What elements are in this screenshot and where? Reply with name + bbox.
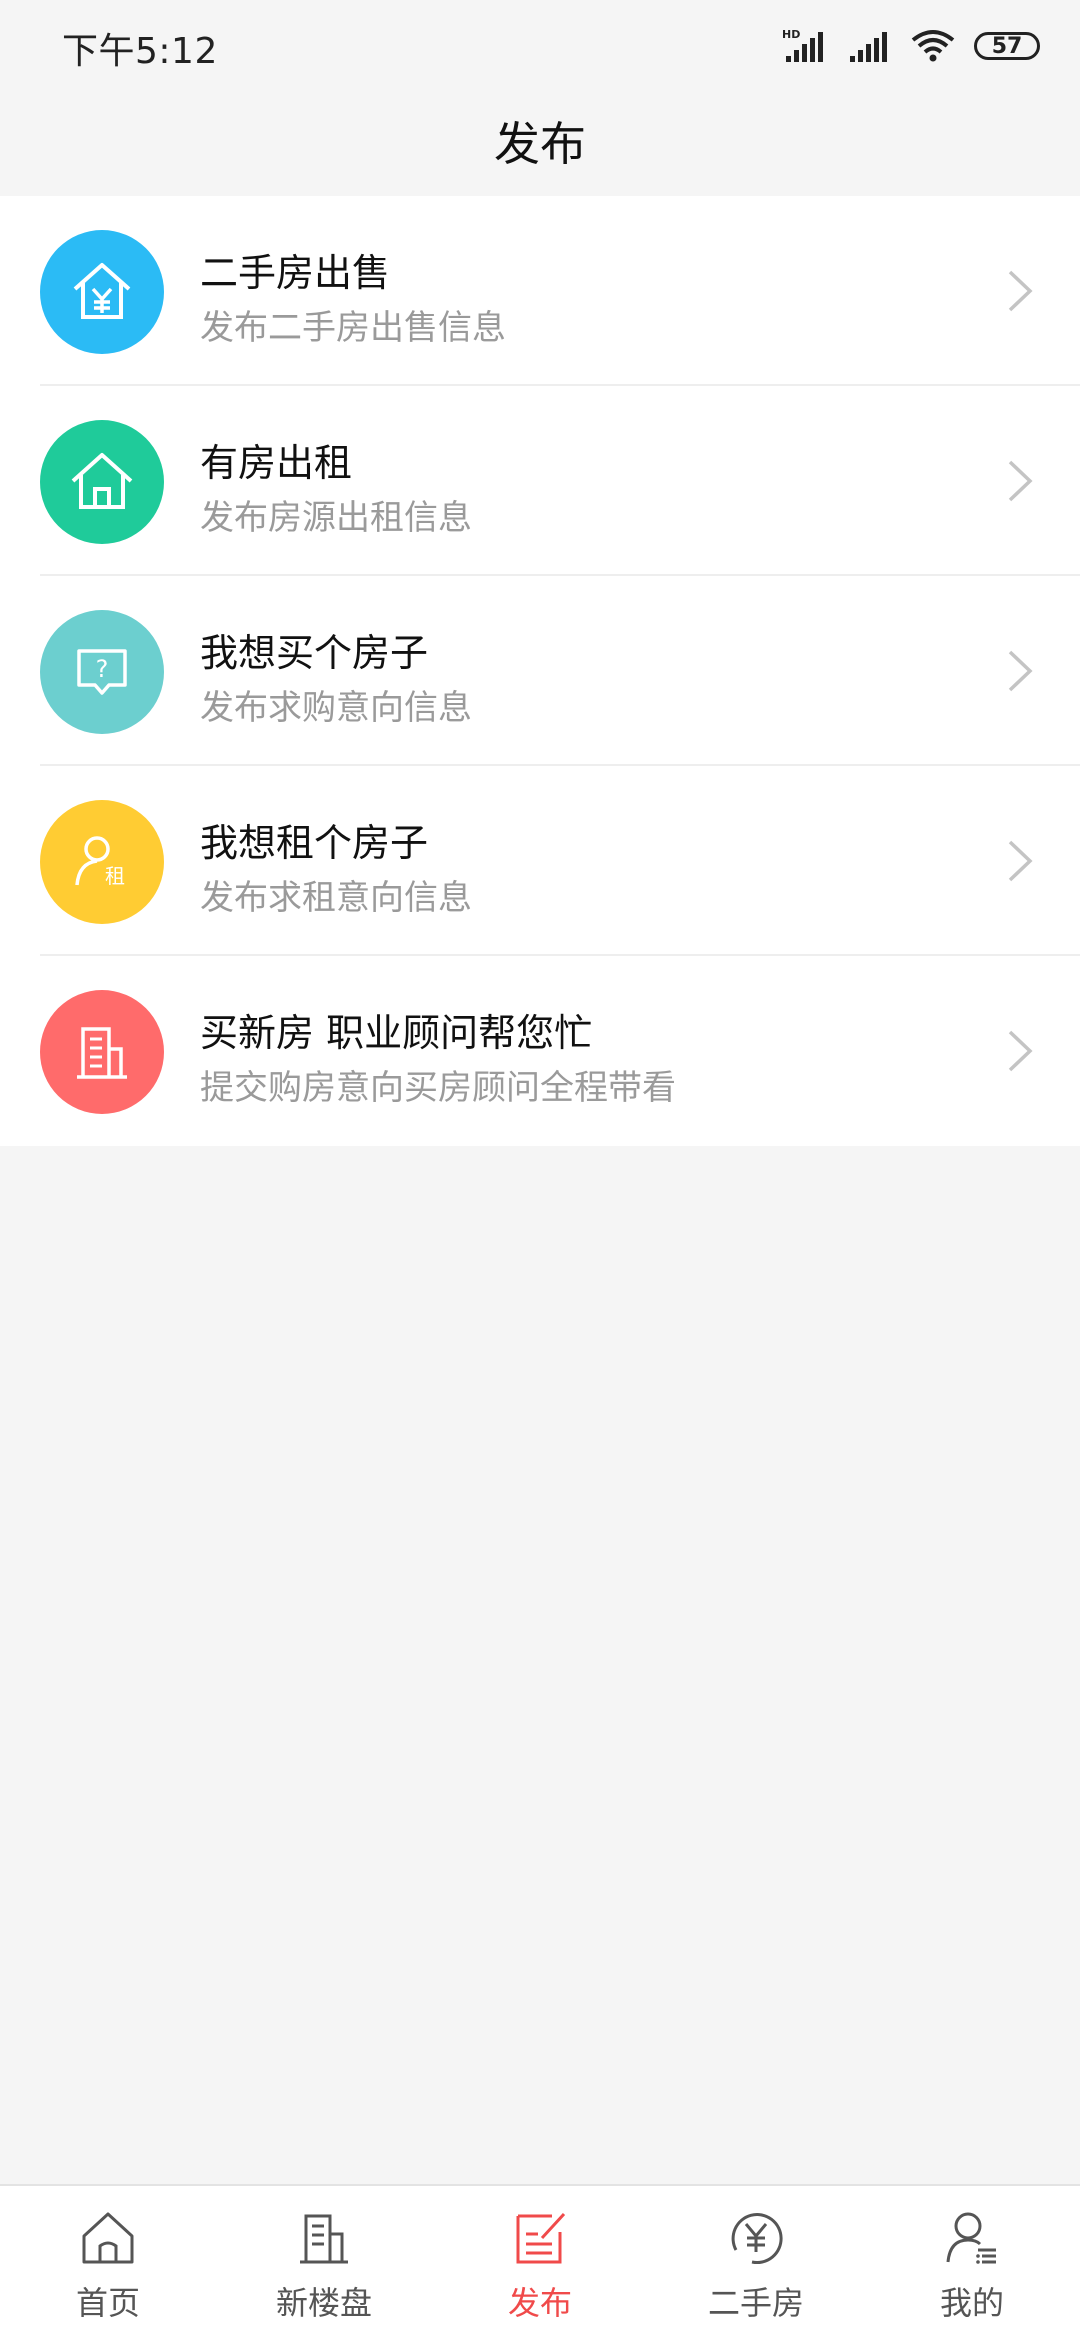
- chevron-right-icon: [1008, 840, 1033, 882]
- wifi-icon: [911, 30, 955, 62]
- nav-home[interactable]: 首页: [0, 2186, 216, 2340]
- person-rent-icon: 租: [40, 800, 164, 924]
- svg-text:HD: HD: [782, 28, 800, 41]
- question-bubble-icon: ?: [40, 610, 164, 734]
- building-icon: [40, 990, 164, 1114]
- home-icon: [82, 2212, 134, 2264]
- chevron-right-icon: [1008, 460, 1033, 502]
- house-icon: [40, 420, 164, 544]
- nav-label: 发布: [507, 2284, 572, 2322]
- status-bar: 下午5:12 HD 57: [0, 0, 1080, 90]
- option-new-house-consultant[interactable]: 买新房 职业顾问帮您忙 提交购房意向买房顾问全程带看: [0, 956, 1080, 1146]
- building-icon: [300, 2214, 348, 2264]
- hd-signal-icon: HD: [782, 28, 823, 62]
- status-icons: HD 57: [782, 26, 1040, 66]
- edit-icon: [516, 2212, 566, 2264]
- rent-glyph: 租: [105, 864, 125, 888]
- title-bar: 发布: [0, 90, 1080, 196]
- yen-circle-icon: [731, 2213, 783, 2265]
- page-title: 发布: [494, 117, 586, 171]
- option-want-to-buy[interactable]: ? 我想买个房子 发布求购意向信息: [0, 576, 1080, 766]
- house-yen-icon: [40, 230, 164, 354]
- nav-label: 新楼盘: [275, 2284, 372, 2322]
- option-title: 二手房出售: [200, 251, 391, 295]
- option-subtitle: 发布求购意向信息: [200, 688, 472, 728]
- publish-option-list: 二手房出售 发布二手房出售信息 有房出租 发布房源出租信息 ? 我想买个房子 发…: [0, 196, 1080, 1146]
- nav-mine[interactable]: 我的: [864, 2186, 1080, 2340]
- option-title: 我想买个房子: [200, 631, 429, 675]
- option-subtitle: 发布房源出租信息: [200, 498, 472, 538]
- option-rent-out[interactable]: 有房出租 发布房源出租信息: [0, 386, 1080, 576]
- user-icon: [946, 2212, 996, 2264]
- chevron-right-icon: [1008, 1030, 1033, 1072]
- option-title: 有房出租: [200, 441, 353, 485]
- nav-label: 首页: [75, 2284, 140, 2322]
- nav-publish[interactable]: 发布: [432, 2186, 648, 2340]
- nav-label: 二手房: [707, 2284, 804, 2322]
- option-sell-second-hand[interactable]: 二手房出售 发布二手房出售信息: [0, 196, 1080, 386]
- chevron-right-icon: [1008, 270, 1033, 312]
- signal-icon: [850, 32, 887, 62]
- option-subtitle: 提交购房意向买房顾问全程带看: [200, 1068, 676, 1108]
- bottom-nav: 首页 新楼盘 发布 二手房 我的: [0, 2184, 1080, 2340]
- option-title: 买新房 职业顾问帮您忙: [200, 1011, 593, 1055]
- svg-text:?: ?: [96, 655, 109, 683]
- nav-label: 我的: [939, 2284, 1004, 2322]
- nav-new-buildings[interactable]: 新楼盘: [216, 2186, 432, 2340]
- option-subtitle: 发布求租意向信息: [200, 878, 472, 918]
- option-title: 我想租个房子: [200, 821, 429, 865]
- option-subtitle: 发布二手房出售信息: [200, 308, 506, 348]
- nav-second-hand[interactable]: 二手房: [648, 2186, 864, 2340]
- chevron-right-icon: [1008, 650, 1033, 692]
- status-time: 下午5:12: [62, 31, 218, 72]
- option-want-to-rent[interactable]: 租 我想租个房子 发布求租意向信息: [0, 766, 1080, 956]
- battery-indicator: 57: [974, 32, 1040, 60]
